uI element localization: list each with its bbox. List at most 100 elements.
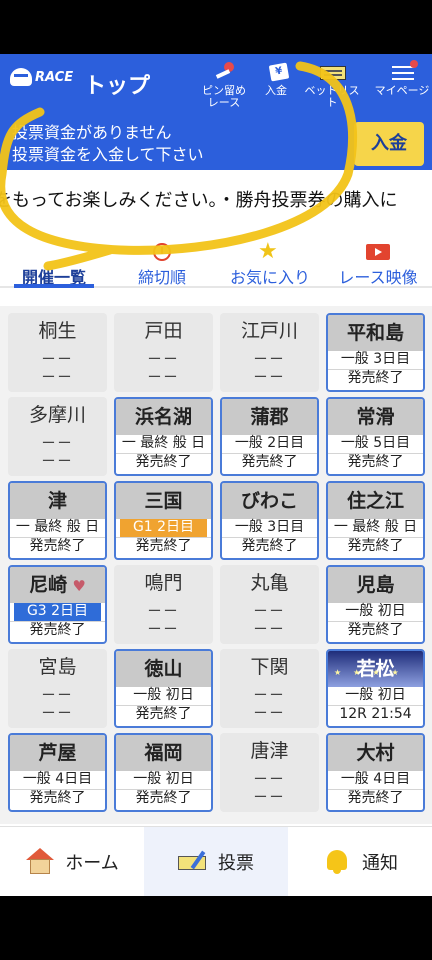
- venue-cell[interactable]: 芦屋一般 4日目 発売終了: [8, 733, 107, 812]
- venue-name: 蒲郡: [222, 399, 317, 435]
- venue-cell[interactable]: 住之江一 最終 般 日発売終了: [326, 481, 425, 560]
- venue-name: 福岡: [116, 735, 211, 771]
- my-page-label: マイページ: [374, 84, 430, 97]
- bet-list-icon: [318, 62, 346, 82]
- race-grade-day: 一般 4日目: [22, 771, 93, 787]
- top-header: RACE トップ ピン留め レース ¥ 入金 ベットリスト マイページ: [0, 54, 432, 114]
- sales-status: 発売終了: [10, 537, 105, 555]
- nav-home[interactable]: ホーム: [0, 827, 144, 896]
- venue-cell[interactable]: 鳴門 ーー ーー: [114, 565, 213, 644]
- sales-status: 発売終了: [328, 537, 423, 555]
- venue-cell[interactable]: 江戸川 ーー ーー: [220, 313, 319, 392]
- venue-cell[interactable]: 桐生 ーー ーー: [8, 313, 107, 392]
- venue-name-text: 福岡: [144, 742, 183, 764]
- no-race-placeholder: ーー: [147, 604, 180, 620]
- venue-name: 戸田: [114, 313, 213, 349]
- venue-name-text: 下関: [250, 656, 289, 678]
- bet-list-button[interactable]: ベットリスト: [304, 62, 360, 109]
- venue-name-text: 芦屋: [38, 742, 77, 764]
- venue-name: 丸亀: [220, 565, 319, 601]
- brand-logo[interactable]: RACE: [10, 68, 73, 86]
- venue-name: 宮島: [8, 649, 107, 685]
- venue-name: 常滑: [328, 399, 423, 435]
- race-grade-day: 一般 3日目: [340, 351, 411, 367]
- venue-cell[interactable]: 下関 ーー ーー: [220, 649, 319, 728]
- venue-name: 下関: [220, 649, 319, 685]
- venue-cell[interactable]: 三国 G1 2日目 発売終了: [114, 481, 213, 560]
- tab-label: 締切順: [137, 268, 186, 287]
- venue-cell[interactable]: 徳山 一般 初日 発売終了: [114, 649, 213, 728]
- venue-name-text: 津: [47, 490, 67, 512]
- yen-card-icon: ¥: [262, 62, 290, 82]
- venue-name-text: 大村: [356, 742, 395, 764]
- venue-name-text: 住之江: [346, 490, 404, 512]
- venue-name: 三国: [116, 483, 211, 519]
- venue-name-text: 丸亀: [250, 572, 289, 594]
- venue-cell[interactable]: 蒲郡 一般 2日目 発売終了: [220, 397, 319, 476]
- pinned-races-button[interactable]: ピン留め レース: [196, 62, 252, 109]
- venue-name: 多摩川: [8, 397, 107, 433]
- venue-cell[interactable]: びわこ 一般 3日目 発売終了: [220, 481, 319, 560]
- no-race-placeholder: ーー: [41, 688, 74, 704]
- venue-name-text: 平和島: [346, 322, 404, 344]
- tab-schedule-list[interactable]: 開催一覧: [0, 240, 108, 288]
- venue-cell[interactable]: 唐津 ーー ーー: [220, 733, 319, 812]
- home-icon: [25, 847, 55, 876]
- venue-cell[interactable]: 児島 一般 初日 発売終了: [326, 565, 425, 644]
- no-race-placeholder: ーー: [253, 706, 286, 722]
- no-race-placeholder: ーー: [253, 688, 286, 704]
- venue-name: 平和島: [328, 315, 423, 351]
- venue-name-text: びわこ: [240, 490, 298, 512]
- no-race-placeholder: ーー: [41, 706, 74, 722]
- venue-cell[interactable]: 丸亀 ーー ーー: [220, 565, 319, 644]
- venue-cell[interactable]: 福岡 一般 初日 発売終了: [114, 733, 213, 812]
- venue-cell[interactable]: 平和島 一般 3日目 発売終了: [326, 313, 425, 392]
- tab-deadline-order[interactable]: 締切順: [108, 240, 216, 287]
- venue-name: 住之江: [328, 483, 423, 519]
- no-race-placeholder: ーー: [253, 604, 286, 620]
- app-screen: RACE トップ ピン留め レース ¥ 入金 ベットリスト マイページ 投票資金…: [0, 54, 432, 896]
- ticket-icon: [178, 848, 208, 876]
- venue-cell[interactable]: 多摩川 ーー ーー: [8, 397, 107, 476]
- my-page-button[interactable]: マイページ: [372, 60, 432, 97]
- venue-cell[interactable]: 戸田 ーー ーー: [114, 313, 213, 392]
- venue-name-text: 鳴門: [144, 572, 183, 594]
- nav-notifications[interactable]: 通知: [288, 827, 432, 896]
- race-grade-day: 一般 3日目: [234, 519, 305, 535]
- race-grade-day: G3 2日目: [14, 603, 101, 621]
- venue-name: 江戸川: [220, 313, 319, 349]
- no-race-placeholder: ーー: [253, 790, 286, 806]
- pinned-races-label-2: レース: [207, 96, 241, 109]
- tab-favorites[interactable]: ★ お気に入り: [216, 240, 324, 288]
- venue-cell[interactable]: 浜名湖一 最終 般 日発売終了: [114, 397, 213, 476]
- venue-name-text: 唐津: [250, 740, 289, 762]
- venue-cell[interactable]: 若松 ★★★★ 一般 初日 12R 21:54: [326, 649, 425, 728]
- venue-cell[interactable]: 津一 最終 般 日発売終了: [8, 481, 107, 560]
- deposit-button[interactable]: 入金: [354, 122, 424, 166]
- deposit-header-button[interactable]: ¥ 入金: [248, 62, 304, 97]
- venue-cell[interactable]: 大村一般 4日目 発売終了: [326, 733, 425, 812]
- sales-status: 発売終了: [328, 789, 423, 807]
- list-icon: [0, 240, 108, 264]
- venue-name: 芦屋: [10, 735, 105, 771]
- nav-vote-label: 投票: [218, 852, 254, 874]
- venue-name: 津: [10, 483, 105, 519]
- venue-cell[interactable]: 尼崎 ♥ G3 2日目 発売終了: [8, 565, 107, 644]
- nav-vote[interactable]: 投票: [144, 827, 288, 896]
- venue-name: 徳山: [116, 651, 211, 687]
- venue-name: 浜名湖: [116, 399, 211, 435]
- sales-status: 発売終了: [10, 789, 105, 807]
- sales-status: 発売終了: [116, 453, 211, 471]
- venue-name: 鳴門: [114, 565, 213, 601]
- venue-name-text: 三国: [144, 490, 183, 512]
- no-race-placeholder: ーー: [147, 352, 180, 368]
- race-grade-day: 一般 4日目: [340, 771, 411, 787]
- no-race-placeholder: ーー: [147, 622, 180, 638]
- venue-cell[interactable]: 宮島 ーー ーー: [8, 649, 107, 728]
- tab-race-video[interactable]: レース映像: [324, 240, 432, 287]
- venue-name-text: 浜名湖: [134, 406, 192, 428]
- venue-name: びわこ: [222, 483, 317, 519]
- sales-status: 発売終了: [116, 789, 211, 807]
- venue-cell[interactable]: 常滑 一般 5日目 発売終了: [326, 397, 425, 476]
- venue-name-text: 桐生: [38, 320, 77, 342]
